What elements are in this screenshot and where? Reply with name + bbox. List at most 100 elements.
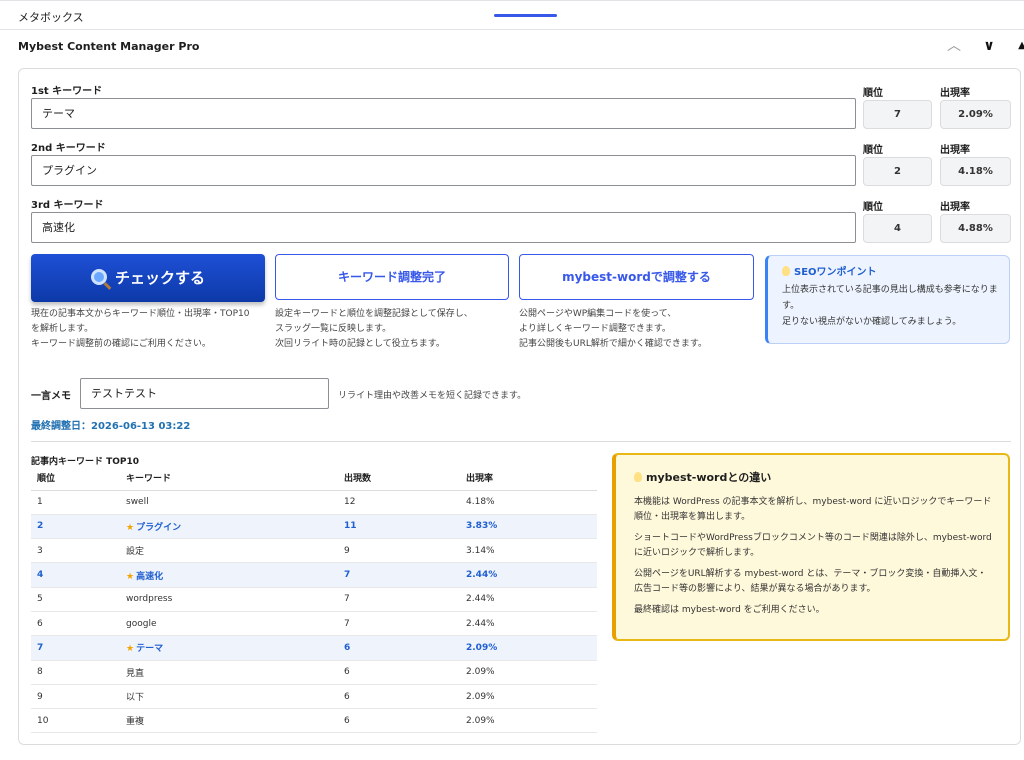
cell-rank-text: 3 [37, 545, 43, 556]
check-button-label: チェックする [114, 269, 205, 287]
desc-line: を解析します。 [31, 324, 94, 334]
memo-label: 一言メモ [31, 391, 71, 402]
cell-rate-text: 2.44% [466, 618, 495, 629]
cell-rank: 5 [31, 587, 120, 612]
cell-rate: 4.18% [460, 490, 597, 515]
caret-up-icon[interactable]: ▲ [1012, 36, 1024, 56]
cell-rank-text: 8 [37, 667, 43, 678]
desc-line: 次回リライト時の記録として役立ちます。 [275, 339, 445, 349]
rank-header: 順位 [863, 88, 883, 99]
cell-rate-text: 2.44% [466, 594, 495, 605]
cell-count-text: 7 [344, 618, 350, 629]
cell-rate: 2.09% [460, 684, 597, 710]
panel-title: Mybest Content Manager Pro [18, 40, 200, 53]
diff-paragraph-3: 公開ページをURL解析する mybest-word とは、テーマ・ブロック変換・… [634, 569, 987, 594]
rate-header: 出現率 [940, 88, 970, 99]
chevron-up-icon[interactable]: ︿ [944, 36, 964, 56]
keyword-1-rank: 7 [863, 100, 932, 129]
mybest-word-adjust-button[interactable]: mybest-wordで調整する [519, 254, 754, 300]
table-row: 1 swell 12 4.18% [31, 490, 597, 515]
cell-rate-text: 2.09% [466, 667, 495, 678]
cell-count-text: 7 [344, 594, 350, 605]
cell-count-text: 7 [344, 570, 351, 581]
cell-keyword: ★ テーマ [120, 635, 338, 661]
cell-keyword: google [120, 611, 338, 637]
cell-keyword-text: wordpress [126, 594, 173, 605]
cell-count-text: 6 [344, 667, 350, 678]
keyword-2-label: 2nd キーワード [31, 143, 106, 154]
star-icon: ★ [126, 644, 135, 655]
keyword-2-rate: 4.18% [940, 157, 1011, 186]
rank-header: 順位 [863, 145, 883, 156]
keyword-3-rank: 4 [863, 214, 932, 243]
cell-count: 12 [338, 490, 460, 515]
table-row: 10 重複 6 2.09% [31, 708, 597, 734]
cell-rate: 3.14% [460, 538, 597, 564]
col-keyword: キーワード [120, 466, 338, 491]
cell-rank-text: 1 [37, 497, 43, 508]
desc-line: キーワード調整前の確認にご利用ください。 [31, 339, 211, 349]
desc-line: 設定キーワードと順位を調整記録として保存し、 [275, 309, 473, 319]
diff-paragraph-4: 最終確認は mybest-word をご利用ください。 [634, 605, 825, 615]
mybest-difference-card: mybest-wordとの違い 本機能は WordPress の記事本文を解析し… [612, 453, 1010, 641]
cell-keyword-text: swell [126, 497, 149, 508]
cell-keyword-text: 重複 [126, 717, 145, 728]
cell-keyword-text: google [126, 618, 157, 629]
panel-header[interactable]: Mybest Content Manager Pro ︿ ∨ ▲ [0, 31, 1024, 63]
cell-keyword: 以下 [120, 684, 338, 710]
cell-rank: 8 [31, 660, 120, 685]
cell-rank: 10 [31, 708, 120, 734]
content-manager-box: 1st キーワード 順位 出現率 テーマ 7 2.09% 2nd キーワード 順… [18, 68, 1021, 745]
cell-rank-text: 4 [37, 570, 44, 581]
cell-keyword-text: 以下 [126, 693, 145, 704]
keyword-1-input[interactable]: テーマ [31, 98, 856, 129]
cell-count-text: 9 [344, 545, 350, 556]
desc-line: 現在の記事本文からキーワード順位・出現率・TOP10 [31, 309, 250, 319]
keyword-2-input[interactable]: プラグイン [31, 155, 856, 186]
mybest-description: 公開ページやWP編集コードを使って、 より詳しくキーワード調整できます。 記事公… [519, 307, 759, 352]
table-row: 7 ★ テーマ 6 2.09% [31, 635, 597, 661]
cell-rank: 1 [31, 490, 120, 515]
cell-rate: 2.44% [460, 611, 597, 637]
diff-paragraph-2: ショートコードやWordPressブロックコメント等のコード関連は除外し、myb… [634, 533, 992, 558]
cell-rate: 2.44% [460, 587, 597, 612]
cell-rank: 2 [31, 514, 120, 540]
seo-tip-card: SEOワンポイント 上位表示されている記事の見出し構成も参考になります。 足りな… [765, 255, 1010, 344]
check-button[interactable]: チェックする [31, 254, 265, 302]
lightbulb-icon [782, 266, 790, 276]
cell-count-text: 6 [344, 715, 350, 726]
cell-rank-text: 5 [37, 594, 43, 605]
cell-count: 6 [338, 660, 460, 685]
cell-count: 6 [338, 684, 460, 710]
cell-count: 7 [338, 562, 460, 588]
cell-rate-text: 4.18% [466, 497, 495, 508]
cell-keyword-text: プラグイン [136, 522, 182, 533]
cell-count-text: 6 [344, 691, 350, 702]
cell-rate: 2.09% [460, 708, 597, 734]
cell-keyword: 設定 [120, 538, 338, 564]
cell-count: 7 [338, 587, 460, 612]
keyword-adjust-done-button[interactable]: キーワード調整完了 [275, 254, 509, 300]
col-rank: 順位 [31, 466, 120, 491]
seo-tip-body-1: 上位表示されている記事の見出し構成も参考になります。 [782, 285, 998, 311]
cell-rank: 3 [31, 538, 120, 564]
cell-keyword-text: 見直 [126, 668, 145, 679]
table-row: 8 見直 6 2.09% [31, 660, 597, 685]
keyword-3-input[interactable]: 高速化 [31, 212, 856, 243]
keyword-2-rank: 2 [863, 157, 932, 186]
cell-keyword: 重複 [120, 708, 338, 734]
magnifier-icon [90, 269, 107, 285]
check-description: 現在の記事本文からキーワード順位・出現率・TOP10 を解析します。 キーワード… [31, 307, 271, 352]
cell-rate-text: 2.09% [466, 691, 495, 702]
chevron-down-icon[interactable]: ∨ [979, 36, 999, 56]
memo-input[interactable]: テストテスト [80, 378, 329, 409]
rate-header: 出現率 [940, 145, 970, 156]
cell-count: 6 [338, 635, 460, 661]
metabox-header: メタボックス [0, 0, 1024, 30]
cell-count: 11 [338, 514, 460, 540]
cell-rate: 3.83% [460, 514, 597, 540]
cell-keyword-text: 設定 [126, 547, 145, 558]
diff-paragraph-1: 本機能は WordPress の記事本文を解析し、mybest-word に近い… [634, 497, 992, 522]
table-row: 6 google 7 2.44% [31, 611, 597, 637]
cell-keyword: wordpress [120, 587, 338, 612]
